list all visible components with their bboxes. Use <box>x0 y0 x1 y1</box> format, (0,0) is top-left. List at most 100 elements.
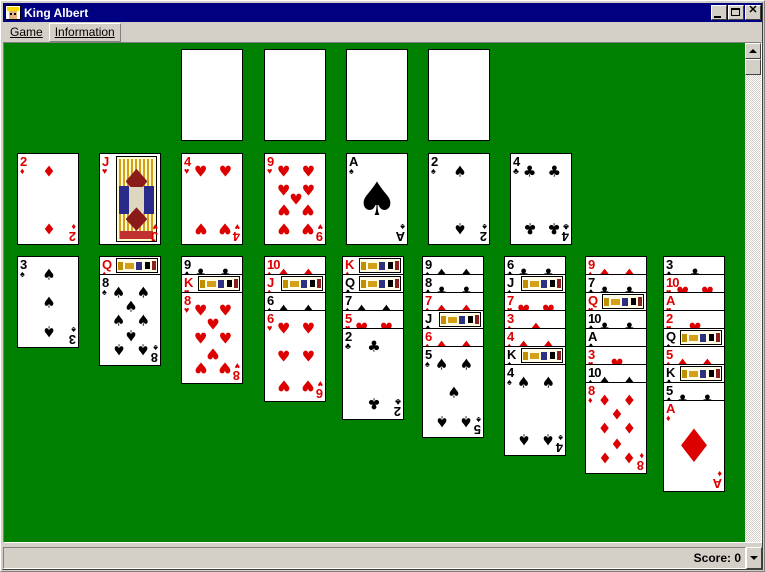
tableau-column-6-card-1[interactable]: 9 ♠ ♠ ♠ <box>422 256 484 275</box>
tableau-column-8-card-2[interactable]: 7 ♣ ♣ ♣ <box>585 274 647 293</box>
card-corner: J ♥ <box>102 155 116 176</box>
card-table[interactable]: 2 ♦ 2 ♦ ♦ ♦ J ♥ J ♥ 4 ♥ 4 ♥ ♥ ♥ ♥ ♥ 9 ♥ 9 ♥ ♥ ♥ ♥ ♥ ♥ ♥ ♥ ♥ ♥ A ♠ ♠ A ♠ 2 ♠ 2 ♠… <box>4 43 747 542</box>
card-corner: A ♠ <box>391 222 405 244</box>
close-button[interactable]: ✕ <box>745 5 761 20</box>
tableau-column-3-card-3[interactable]: 8 ♥ 8 ♥ ♥ ♥ ♥ ♥ ♥ ♥ ♥ ♥ <box>181 292 243 384</box>
card-rank: 3 <box>69 332 76 347</box>
menu-game[interactable]: Game <box>4 23 49 42</box>
tableau-column-8-card-3[interactable]: Q ♥ <box>585 292 647 311</box>
tableau-column-9-card-2[interactable]: 10 ♥ ♥ ♥ <box>663 274 725 293</box>
foundation-3[interactable] <box>346 49 408 141</box>
tableau-column-2-card-2[interactable]: 8 ♠ 8 ♠ ♠ ♠ ♠ ♠ ♠ ♠ ♠ ♠ <box>99 274 161 366</box>
card-pip: ♠ <box>434 355 449 374</box>
tableau-column-5-card-4[interactable]: 5 ♥ ♥ ♥ <box>342 310 404 329</box>
tableau-column-3-card-2[interactable]: K ♥ <box>181 274 243 293</box>
tableau-column-7-card-2[interactable]: J ♠ <box>504 274 566 293</box>
card-suit-icon: ♣ <box>345 341 351 351</box>
tableau-column-9-card-1[interactable]: 3 ♣ ♣ <box>663 256 725 275</box>
reserve-1[interactable]: 2 ♦ 2 ♦ ♦ ♦ <box>17 153 79 245</box>
tableau-column-4-card-3[interactable]: 6 ♠ ♠ ♠ <box>264 292 326 311</box>
reserve-7[interactable]: 4 ♣ 4 ♣ ♣ ♣ ♣ ♣ <box>510 153 572 245</box>
court-card-strip <box>116 258 158 273</box>
tableau-column-9-card-7[interactable]: K ♣ <box>663 364 725 383</box>
minimize-button[interactable] <box>711 5 727 20</box>
maximize-button[interactable] <box>728 5 744 20</box>
tableau-column-1-card-1[interactable]: 3 ♠ 3 ♠ ♠ ♠ ♠ <box>17 256 79 348</box>
tableau-column-9-card-4[interactable]: 2 ♥ ♥ <box>663 310 725 329</box>
card-corner: 3 ♦ <box>507 312 521 328</box>
court-card-strip <box>198 276 240 291</box>
card-corner: A ♥ <box>666 294 680 310</box>
tableau-column-2-card-1[interactable]: Q ♦ <box>99 256 161 275</box>
court-card-strip <box>281 276 323 291</box>
card-pip: ♥ <box>276 219 291 238</box>
card-pip: ♥ <box>301 200 316 219</box>
court-card-strip <box>359 258 401 273</box>
tableau-column-7-card-6[interactable]: K ♠ <box>504 346 566 365</box>
reserve-6[interactable]: 2 ♠ 2 ♠ ♠ ♠ <box>428 153 490 245</box>
foundation-2[interactable] <box>264 49 326 141</box>
score-label: Score: 0 <box>693 551 741 565</box>
foundation-1[interactable] <box>181 49 243 141</box>
window-title: King Albert <box>24 5 89 20</box>
tableau-column-9-card-3[interactable]: A ♥ <box>663 292 725 311</box>
card-pip: ♥ <box>301 319 316 338</box>
card-pip: ♠ <box>453 162 467 181</box>
card-corner: J ♣ <box>425 312 439 328</box>
reserve-3[interactable]: 4 ♥ 4 ♥ ♥ ♥ ♥ ♥ <box>181 153 243 245</box>
scrollbar-track[interactable] <box>745 75 761 542</box>
tableau-column-7-card-5[interactable]: 4 ♦ ♦ ♦ <box>504 328 566 347</box>
ace-pip: ♦ <box>673 419 715 473</box>
tableau-column-4-card-4[interactable]: 6 ♥ 6 ♥ ♥ ♥ ♥ ♥ ♥ ♥ <box>264 310 326 402</box>
tableau-column-3-card-1[interactable]: 9 ♣ ♣ ♣ <box>181 256 243 275</box>
card-corner: A ♣ <box>588 330 602 346</box>
tableau-column-9-card-9[interactable]: A ♦ ♦ A ♦ <box>663 400 725 492</box>
vertical-scrollbar[interactable] <box>745 43 761 542</box>
tableau-column-9-card-8[interactable]: 5 ♣ ♣ ♣ <box>663 382 725 401</box>
card-pip: ♠ <box>459 355 474 374</box>
tableau-column-4-card-2[interactable]: J ♦ <box>264 274 326 293</box>
reserve-4[interactable]: 9 ♥ 9 ♥ ♥ ♥ ♥ ♥ ♥ ♥ ♥ ♥ ♥ <box>264 153 326 245</box>
reserve-2[interactable]: J ♥ J ♥ <box>99 153 161 245</box>
tableau-column-8-card-4[interactable]: 10 ♣ ♣ ♣ <box>585 310 647 329</box>
tableau-column-5-card-1[interactable]: K ♦ <box>342 256 404 275</box>
tableau-column-5-card-2[interactable]: Q ♣ <box>342 274 404 293</box>
menu-information[interactable]: Information <box>48 23 121 42</box>
status-dropdown-button[interactable] <box>746 547 762 569</box>
tableau-column-8-card-7[interactable]: 10 ♠ ♠ ♠ <box>585 364 647 383</box>
card-pip: ♥ <box>276 162 291 181</box>
tableau-column-6-card-4[interactable]: J ♣ <box>422 310 484 329</box>
tableau-column-5-card-5[interactable]: 2 ♣ 2 ♣ ♣ ♣ <box>342 328 404 420</box>
tableau-column-7-card-3[interactable]: 7 ♥ ♥ ♥ <box>504 292 566 311</box>
tableau-column-8-card-1[interactable]: 9 ♦ ♦ ♦ <box>585 256 647 275</box>
tableau-column-8-card-8[interactable]: 8 ♦ 8 ♦ ♦ ♦ ♦ ♦ ♦ ♦ ♦ ♦ <box>585 382 647 474</box>
card-pip: ♦ <box>42 219 56 238</box>
tableau-column-8-card-5[interactable]: A ♣ <box>585 328 647 347</box>
card-pip: ♥ <box>276 200 291 219</box>
card-pip: ♥ <box>218 329 233 348</box>
scroll-up-button[interactable] <box>745 43 761 59</box>
tableau-column-6-card-2[interactable]: 8 ♣ ♣ ♣ <box>422 274 484 293</box>
card-pip: ♣ <box>522 219 537 238</box>
card-pip: ♠ <box>111 340 126 359</box>
reserve-5[interactable]: A ♠ ♠ A ♠ <box>346 153 408 245</box>
tableau-column-9-card-5[interactable]: Q ♠ <box>663 328 725 347</box>
tableau-column-6-card-6[interactable]: 5 ♠ 5 ♠ ♠ ♠ ♠ ♠ ♠ <box>422 346 484 438</box>
status-bar: Score: 0 <box>3 547 762 569</box>
tableau-column-7-card-1[interactable]: 6 ♣ ♣ ♣ <box>504 256 566 275</box>
card-suit-icon: ♦ <box>20 166 25 176</box>
tableau-column-7-card-7[interactable]: 4 ♠ 4 ♠ ♠ ♠ ♠ ♠ <box>504 364 566 456</box>
tableau-column-5-card-3[interactable]: 7 ♠ ♠ ♠ <box>342 292 404 311</box>
card-corner: 2 ♦ <box>20 155 34 176</box>
card-pip: ♠ <box>136 340 151 359</box>
tableau-column-6-card-3[interactable]: 7 ♦ ♦ ♦ <box>422 292 484 311</box>
tableau-column-4-card-1[interactable]: 10 ♦ ♦ ♦ <box>264 256 326 275</box>
tableau-column-6-card-5[interactable]: 6 ♦ ♦ ♦ <box>422 328 484 347</box>
tableau-column-9-card-6[interactable]: 5 ♦ ♦ ♦ <box>663 346 725 365</box>
court-card-strip <box>602 294 644 309</box>
scrollbar-thumb[interactable] <box>745 59 761 75</box>
foundation-4[interactable] <box>428 49 490 141</box>
tableau-column-7-card-4[interactable]: 3 ♦ ♦ <box>504 310 566 329</box>
tableau-column-8-card-6[interactable]: 3 ♥ ♥ <box>585 346 647 365</box>
card-pip: ♥ <box>193 358 208 377</box>
